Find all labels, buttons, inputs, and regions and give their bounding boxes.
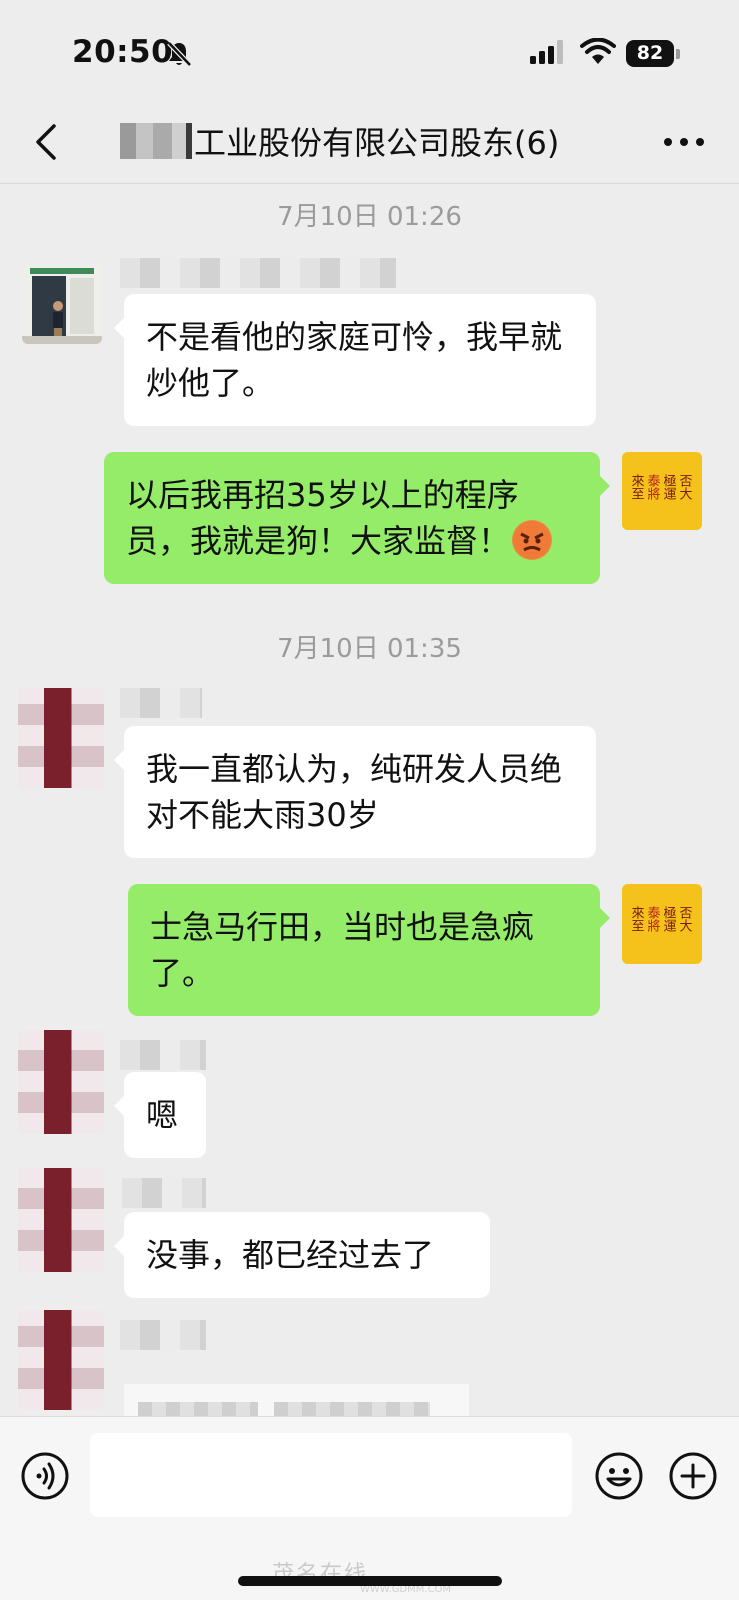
message-bubble[interactable]: 没事，都已经过去了	[114, 1212, 490, 1298]
message-bubble[interactable]: 我一直都认为，纯研发人员绝对不能大雨30岁	[114, 726, 596, 858]
avatar[interactable]	[18, 1310, 104, 1410]
seal-avatar-image: 否大 極運 泰將 來至	[622, 452, 702, 530]
avatar-photo	[22, 264, 102, 344]
avatar[interactable]	[22, 264, 102, 344]
chat-title: 工业股份有限公司股东(6)	[194, 124, 560, 162]
seal-col1: 否大	[677, 474, 693, 500]
avatar[interactable]	[18, 1030, 104, 1134]
sender-name-redaction	[120, 1320, 206, 1350]
signal-icon	[530, 40, 563, 64]
message-input[interactable]	[90, 1433, 572, 1517]
status-time: 20:50	[72, 34, 174, 70]
timestamp: 7月10日 01:26	[277, 202, 462, 232]
seal-col4: 來至	[629, 906, 645, 932]
message-bubble[interactable]: 嗯	[114, 1072, 206, 1158]
seal-avatar-image: 否大 極運 泰將 來至	[622, 884, 702, 964]
voice-icon[interactable]	[20, 1451, 70, 1501]
message-bubble-self[interactable]: 以后我再招35岁以上的程序员，我就是狗！大家监督！	[104, 452, 610, 584]
message-bubble[interactable]: 不是看他的家庭可怜，我早就炒他了。	[114, 294, 596, 426]
chat-title-wrap: 工业股份有限公司股东(6)	[120, 116, 559, 166]
angry-emoji-icon	[512, 520, 553, 560]
seal-col2: 極運	[661, 905, 677, 932]
sender-name-redaction	[122, 1178, 206, 1208]
bell-slash-icon	[167, 41, 192, 67]
emoji-face-icon[interactable]	[594, 1451, 644, 1501]
status-bar: 20:50 82	[0, 0, 739, 100]
seal-col3: 泰將	[645, 474, 661, 501]
message-text: 以后我再招35岁以上的程序员，我就是狗！大家监督！	[126, 476, 519, 560]
home-indicator[interactable]	[238, 1576, 502, 1586]
wifi-icon	[580, 38, 616, 64]
plus-icon[interactable]	[668, 1451, 718, 1501]
seal-col4: 來至	[629, 474, 645, 500]
avatar[interactable]	[18, 1168, 104, 1272]
title-redaction	[120, 123, 192, 159]
avatar[interactable]	[18, 688, 104, 788]
avatar-self[interactable]: 否大 極運 泰將 來至	[622, 884, 702, 964]
back-chevron-icon[interactable]	[28, 120, 68, 164]
timestamp: 7月10日 01:35	[277, 634, 462, 664]
battery-cap	[676, 49, 680, 59]
sender-name-redaction	[120, 1040, 206, 1070]
seal-col3: 泰將	[645, 906, 661, 933]
sender-name-redaction	[120, 688, 202, 718]
seal-col2: 極運	[661, 473, 677, 500]
battery-icon: 82	[626, 40, 674, 67]
message-bubble-self[interactable]: 士急马行田，当时也是急疯了。	[128, 884, 610, 1016]
sender-name-redaction	[120, 258, 396, 288]
nav-bar: 工业股份有限公司股东(6)	[0, 100, 739, 184]
seal-col1: 否大	[677, 906, 693, 932]
avatar-self[interactable]: 否大 極運 泰將 來至	[622, 452, 702, 530]
more-icon[interactable]	[662, 132, 706, 152]
input-bar	[0, 1416, 739, 1600]
